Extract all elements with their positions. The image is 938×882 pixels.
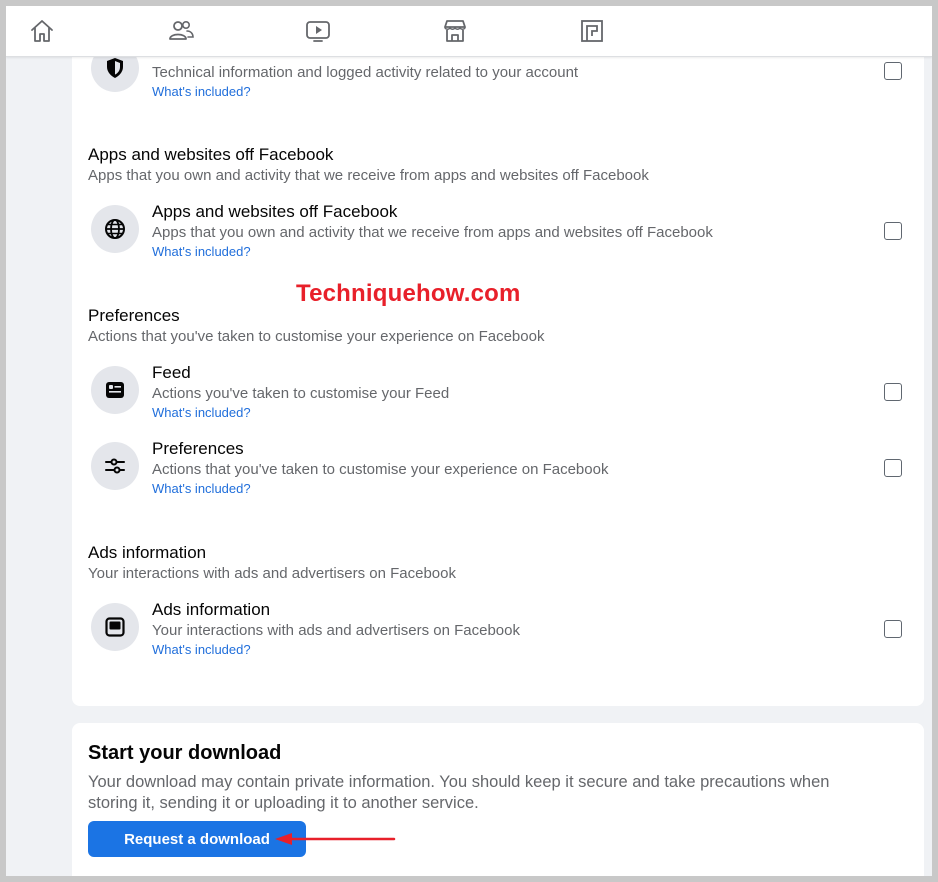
item-description: Technical information and logged activit…: [152, 64, 579, 81]
section-title: Ads information: [88, 543, 207, 562]
item-icon-circle: [91, 205, 139, 253]
section-subtitle: Your interactions with ads and advertise…: [88, 565, 456, 582]
watch-icon: [306, 21, 330, 42]
item-checkbox[interactable]: [884, 62, 902, 80]
item-title: Feed: [152, 363, 191, 382]
information-categories-card: Technical information and logged activit…: [72, 6, 924, 706]
download-title: Start your download: [88, 742, 282, 764]
item-description: Actions that you've taken to customise y…: [152, 461, 609, 478]
download-description: Your download may contain private inform…: [88, 773, 830, 812]
section-subtitle: Apps that you own and activity that we r…: [88, 167, 649, 184]
red-arrow-annotation: [275, 833, 396, 845]
item-checkbox[interactable]: [884, 383, 902, 401]
item-title: Apps and websites off Facebook: [152, 202, 398, 221]
item-icon-circle: [91, 603, 139, 651]
nav-friends-button[interactable]: [161, 13, 201, 49]
whats-included-link[interactable]: What's included?: [152, 84, 251, 100]
item-checkbox[interactable]: [884, 459, 902, 477]
whats-included-link[interactable]: What's included?: [152, 642, 251, 658]
ads-icon: [105, 617, 125, 637]
friends-icon: [169, 21, 194, 40]
shield-icon: [107, 58, 123, 78]
whats-included-link[interactable]: What's included?: [152, 244, 251, 260]
whats-included-link[interactable]: What's included?: [152, 481, 251, 497]
top-navigation-bar: [6, 6, 932, 57]
item-icon-circle: [91, 442, 139, 490]
app-frame: Technical information and logged activit…: [6, 6, 932, 876]
home-icon: [31, 20, 53, 42]
nav-gaming-button[interactable]: [572, 13, 612, 49]
section-subtitle: Actions that you've taken to customise y…: [88, 328, 545, 345]
item-checkbox[interactable]: [884, 222, 902, 240]
sliders-icon: [105, 458, 125, 474]
item-title: Preferences: [152, 439, 244, 458]
item-checkbox[interactable]: [884, 620, 902, 638]
whats-included-link[interactable]: What's included?: [152, 405, 251, 421]
gaming-icon: [581, 20, 603, 42]
item-title: Ads information: [152, 600, 271, 619]
item-description: Actions you've taken to customise your F…: [152, 385, 450, 402]
nav-marketplace-button[interactable]: [435, 13, 475, 49]
item-description: Your interactions with ads and advertise…: [152, 622, 520, 639]
item-icon-circle: [91, 366, 139, 414]
section-title: Preferences: [88, 306, 180, 325]
marketplace-icon: [444, 20, 466, 42]
item-description: Apps that you own and activity that we r…: [152, 224, 713, 241]
feed-icon: [106, 382, 124, 398]
nav-home-button[interactable]: [22, 13, 62, 49]
nav-watch-button[interactable]: [298, 13, 338, 49]
start-download-card: Start your download Your download may co…: [72, 723, 924, 876]
globe-icon: [105, 219, 125, 239]
section-title: Apps and websites off Facebook: [88, 145, 334, 164]
watermark-text: Techniquehow.com: [296, 280, 521, 307]
